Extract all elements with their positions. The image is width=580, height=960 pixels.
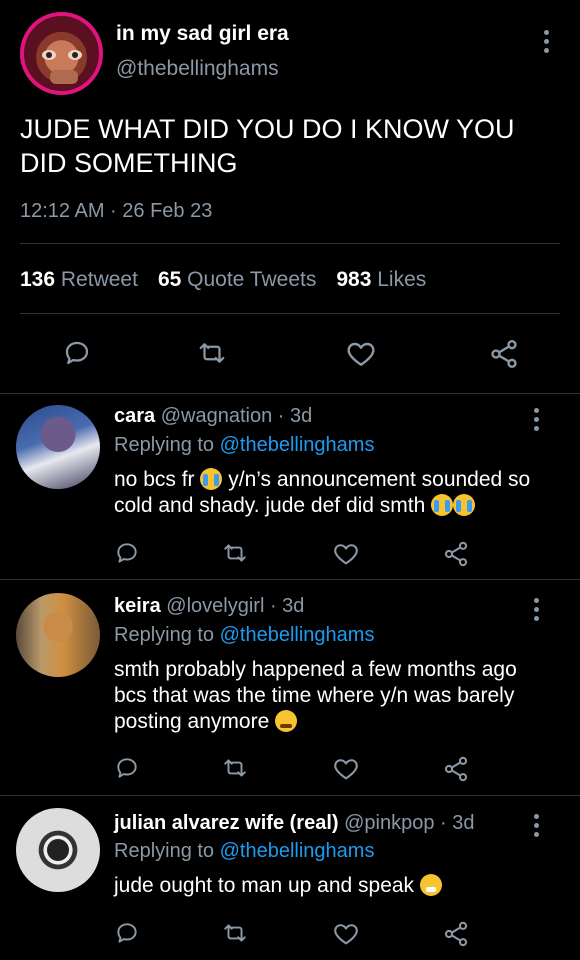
main-tweet: in my sad girl era @thebellinghams JUDE … xyxy=(0,0,580,393)
replying-to: Replying to @thebellinghams xyxy=(114,434,374,457)
avatar-pupil-right xyxy=(72,52,78,58)
like-button[interactable] xyxy=(332,540,360,568)
replying-to: Replying to @thebellinghams xyxy=(114,624,374,647)
heart-icon xyxy=(332,755,360,783)
share-button[interactable] xyxy=(442,540,470,568)
share-button[interactable] xyxy=(488,338,520,370)
loudly-crying-emoji-icon xyxy=(453,494,476,516)
divider xyxy=(20,313,560,314)
avatar-pupil-left xyxy=(46,52,52,58)
avatar[interactable] xyxy=(16,593,100,677)
share-icon xyxy=(442,540,470,568)
retweet-button[interactable] xyxy=(222,920,248,946)
quotes-label: Quote Tweets xyxy=(187,268,317,291)
retweets-count: 136 xyxy=(20,268,56,291)
loudly-crying-emoji-icon xyxy=(200,468,223,490)
more-options-icon[interactable] xyxy=(533,598,539,621)
replying-prefix: Replying to xyxy=(114,624,215,646)
more-options-icon[interactable] xyxy=(533,408,539,431)
share-icon xyxy=(488,338,520,370)
avatar[interactable] xyxy=(16,808,100,892)
reply-text-part: no bcs fr xyxy=(114,468,195,491)
reply-handle[interactable]: @lovelygirl · 3d xyxy=(166,595,304,617)
tweet-text-line: JUDE WHAT DID YOU DO I KNOW YOU xyxy=(20,114,515,144)
retweets-label: Retweet xyxy=(60,268,138,291)
reply-text: no bcs fr y/n’s announcement sounded so … xyxy=(114,467,554,519)
tweet-stats: 136 Retweet 65 Quote Tweets 983 Likes xyxy=(20,268,426,292)
retweets-stat[interactable]: 136 Retweet xyxy=(20,268,138,292)
avatar-hand xyxy=(50,70,78,84)
reply-text: jude ought to man up and speak xyxy=(114,873,554,899)
retweet-icon xyxy=(222,540,248,566)
timestamp[interactable]: 12:12 AM · 26 Feb 23 xyxy=(20,200,212,223)
reply-icon xyxy=(114,755,140,781)
replying-prefix: Replying to xyxy=(114,434,215,456)
reply-display-name[interactable]: cara xyxy=(114,405,155,427)
reply-display-name[interactable]: keira xyxy=(114,595,161,617)
like-button[interactable] xyxy=(332,755,360,783)
heart-icon xyxy=(332,920,360,948)
reply-icon xyxy=(62,338,92,368)
share-icon xyxy=(442,920,470,948)
tweet-text: JUDE WHAT DID YOU DO I KNOW YOU DID SOME… xyxy=(20,112,560,180)
reply-button[interactable] xyxy=(62,338,92,368)
reply-text-part: jude ought to man up and speak xyxy=(114,874,415,897)
reply-text: smth probably happened a few months ago … xyxy=(114,657,554,735)
divider xyxy=(0,579,580,580)
retweet-icon xyxy=(222,920,248,946)
reply-icon xyxy=(114,540,140,566)
quotes-stat[interactable]: 65 Quote Tweets xyxy=(158,268,316,292)
replying-to: Replying to @thebellinghams xyxy=(114,840,374,863)
quotes-count: 65 xyxy=(157,268,182,291)
reply-header: cara @wagnation · 3d xyxy=(114,405,312,428)
retweet-button[interactable] xyxy=(197,338,227,368)
mention-link[interactable]: @thebellinghams xyxy=(220,840,375,862)
reply-button[interactable] xyxy=(114,540,140,566)
mention-link[interactable]: @thebellinghams xyxy=(220,434,375,456)
reply-display-name[interactable]: julian alvarez wife (real) xyxy=(114,812,339,834)
face-with-steam-emoji-icon xyxy=(419,874,442,896)
retweet-icon xyxy=(197,338,227,368)
display-name[interactable]: in my sad girl era xyxy=(116,22,289,46)
likes-stat[interactable]: 983 Likes xyxy=(336,268,426,292)
reply-button[interactable] xyxy=(114,920,140,946)
user-handle[interactable]: @thebellinghams xyxy=(116,57,279,81)
mention-link[interactable]: @thebellinghams xyxy=(220,624,375,646)
reply-button[interactable] xyxy=(114,755,140,781)
heart-icon xyxy=(332,540,360,568)
divider xyxy=(20,243,560,244)
reply-header: keira @lovelygirl · 3d xyxy=(114,595,304,618)
avatar[interactable] xyxy=(20,12,103,95)
likes-count: 983 xyxy=(336,268,372,291)
reply-handle[interactable]: @pinkpop · 3d xyxy=(344,812,474,834)
reply-icon xyxy=(114,920,140,946)
like-button[interactable] xyxy=(345,338,377,370)
heart-icon xyxy=(345,338,377,370)
retweet-button[interactable] xyxy=(222,755,248,781)
more-options-icon[interactable] xyxy=(543,30,549,53)
reply-header: julian alvarez wife (real) @pinkpop · 3d xyxy=(114,812,474,835)
likes-label: Likes xyxy=(377,268,427,291)
loudly-crying-emoji-icon xyxy=(431,494,454,516)
reply-text-part: smth probably happened a few months ago … xyxy=(114,658,517,733)
divider xyxy=(0,795,580,796)
tweet-text-line: DID SOMETHING xyxy=(20,148,238,178)
more-options-icon[interactable] xyxy=(533,814,539,837)
reply-handle[interactable]: @wagnation · 3d xyxy=(161,405,313,427)
divider xyxy=(0,393,580,394)
share-icon xyxy=(442,755,470,783)
retweet-icon xyxy=(222,755,248,781)
retweet-button[interactable] xyxy=(222,540,248,566)
share-button[interactable] xyxy=(442,755,470,783)
persevering-face-emoji-icon xyxy=(275,710,298,732)
replying-prefix: Replying to xyxy=(114,840,215,862)
avatar[interactable] xyxy=(16,405,100,489)
like-button[interactable] xyxy=(332,920,360,948)
share-button[interactable] xyxy=(442,920,470,948)
